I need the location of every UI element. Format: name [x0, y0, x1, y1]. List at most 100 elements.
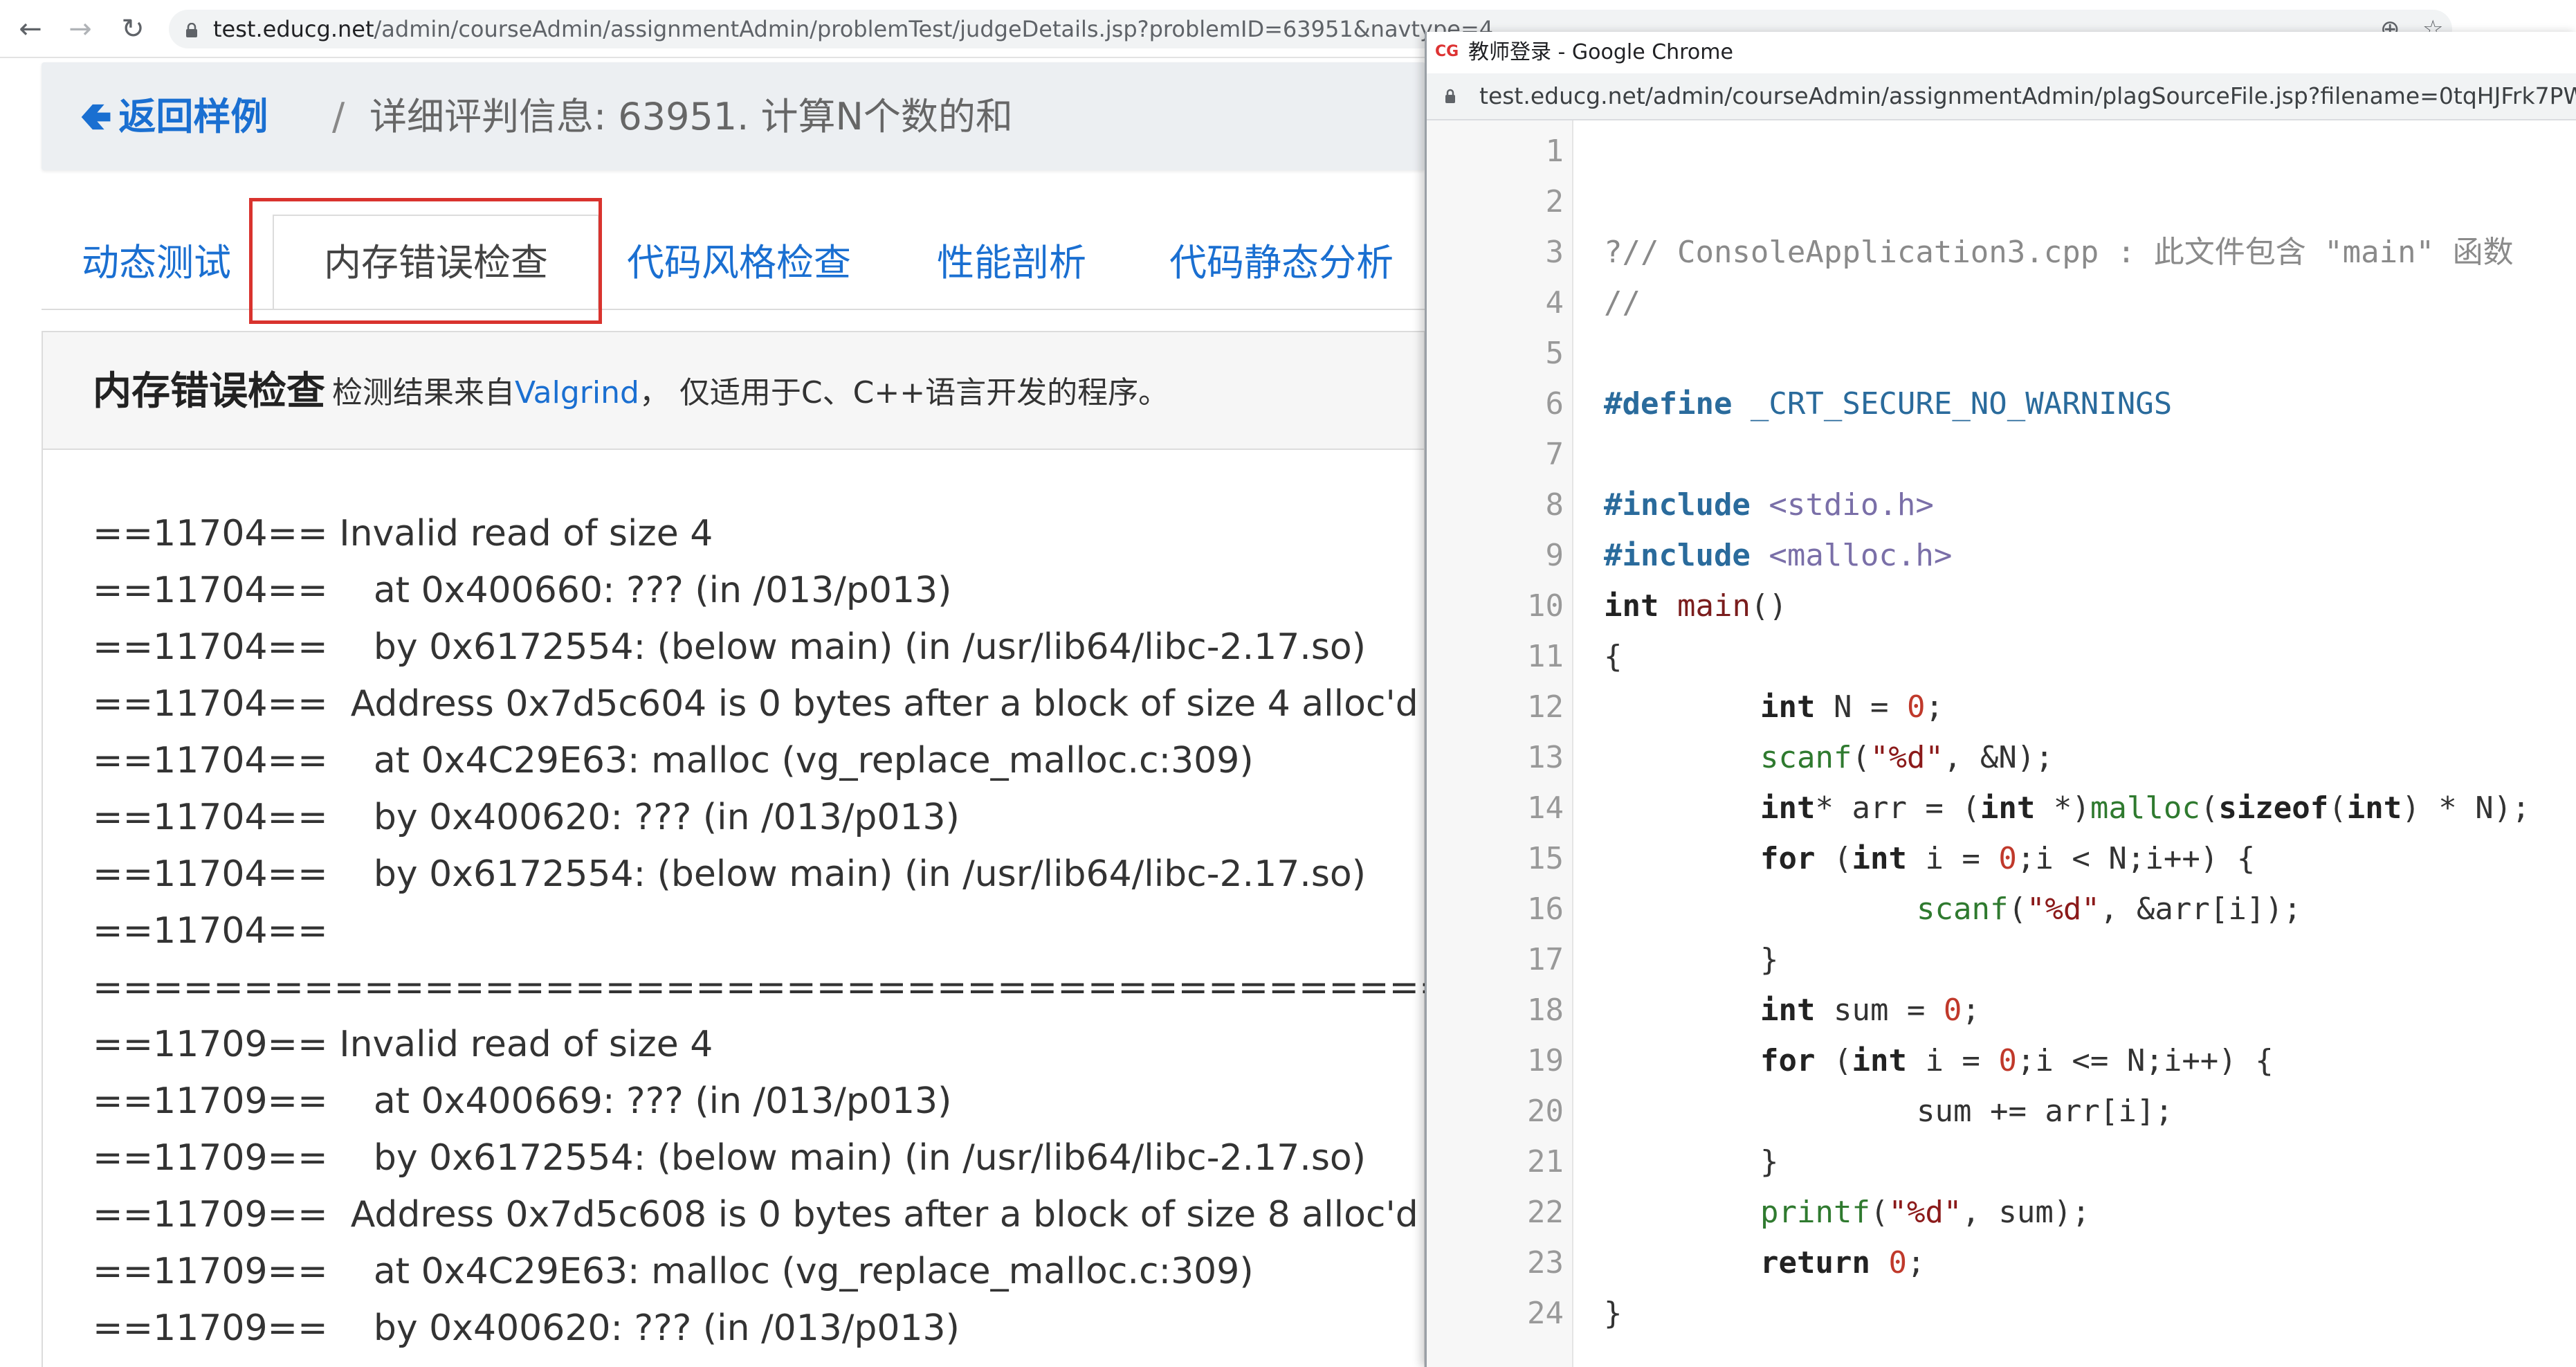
tab-dynamic-test[interactable]: 动态测试: [82, 235, 231, 291]
line-number: 4: [1545, 285, 1564, 320]
desc-prefix: 检测结果来自: [332, 375, 515, 410]
code-token: #include: [1604, 487, 1751, 523]
code-line: }: [1760, 942, 1779, 977]
code-token: int: [1760, 790, 1816, 826]
log-line: ==11709== at 0x4C29E63: malloc (vg_repla…: [93, 1251, 1254, 1292]
line-number: 12: [1527, 689, 1564, 725]
code-token: * arr = (: [1815, 790, 1980, 826]
code-token: int: [1852, 1043, 1907, 1078]
log-line: ==11704== Address 0x7d5c604 is 0 bytes a…: [93, 683, 1418, 725]
popup-window-title: 教师登录 - Google Chrome: [1468, 40, 1733, 64]
code-token: N =: [1815, 689, 1907, 725]
code-line: int sum = 0;: [1760, 986, 1980, 1035]
line-number: 20: [1527, 1094, 1564, 1129]
code-token: printf: [1760, 1195, 1870, 1230]
line-number: 11: [1527, 639, 1564, 674]
line-number: 24: [1527, 1296, 1564, 1331]
breadcrumb: 🢀 返回样例 / 详细评判信息: 63951. 计算N个数的和: [42, 62, 1425, 170]
desc-suffix: ， 仅适用于C、C++语言开发的程序。: [639, 375, 1169, 410]
back-arrow-icon[interactable]: ←: [10, 8, 51, 50]
line-number: 5: [1545, 336, 1564, 371]
code-token: (: [1815, 1043, 1852, 1078]
line-number: 21: [1527, 1144, 1564, 1179]
code-line: scanf("%d", &N);: [1760, 734, 2054, 782]
code-token: (: [1870, 1195, 1889, 1230]
line-number: 7: [1545, 437, 1564, 472]
code-token: int: [1604, 588, 1659, 624]
line-number: 8: [1545, 487, 1564, 523]
code-line: scanf("%d", &arr[i]);: [1917, 885, 2301, 934]
code-token: for: [1760, 841, 1816, 876]
tab-profiling[interactable]: 性能剖析: [937, 235, 1086, 291]
code-token: ) * N);: [2402, 790, 2530, 826]
code-line: return 0;: [1760, 1239, 1925, 1287]
line-number: 3: [1545, 235, 1564, 270]
code-token: 0: [1888, 1245, 1907, 1280]
code-token: _CRT_SECURE_NO_WARNINGS: [1732, 386, 2173, 422]
line-number: 13: [1527, 740, 1564, 775]
code-token: "%d": [2026, 891, 2100, 927]
url-path: /admin/courseAdmin/assignmentAdmin/probl…: [374, 16, 1494, 42]
code-token: , sum);: [1962, 1195, 2090, 1230]
code-token: (: [2200, 790, 2219, 826]
back-link-label: 返回样例: [118, 95, 268, 138]
log-line: ==11704== by 0x6172554: (below main) (in…: [93, 853, 1367, 895]
code-token: scanf: [1760, 740, 1852, 775]
log-line: ==11704== at 0x4C29E63: malloc (vg_repla…: [93, 740, 1254, 781]
code-token: #include: [1604, 538, 1751, 573]
code-token: for: [1760, 1043, 1816, 1078]
line-number: 17: [1527, 942, 1564, 977]
reload-icon[interactable]: ↻: [112, 8, 154, 50]
line-number: 22: [1527, 1195, 1564, 1230]
code-token: 0: [1998, 1043, 2017, 1078]
code-token: int: [1760, 993, 1816, 1028]
log-line: ==11709== by 0x6172554: (below main) (in…: [93, 1137, 1367, 1179]
code-token: #define: [1604, 386, 1733, 422]
tab-code-style[interactable]: 代码风格检查: [627, 235, 851, 291]
log-separator-line: ========================================…: [93, 967, 1463, 1008]
page-title: 详细评判信息: 63951. 计算N个数的和: [369, 95, 1013, 138]
code-line: }: [1604, 1296, 1623, 1331]
memory-check-panel: 内存错误检查 检测结果来自Valgrind， 仅适用于C、C++语言开发的程序。…: [42, 331, 1463, 1367]
code-line: int N = 0;: [1760, 683, 1944, 732]
code-line: int* arr = (int *)malloc(sizeof(int) * N…: [1760, 784, 2530, 833]
code-token: ;: [1962, 993, 1980, 1028]
popup-titlebar[interactable]: CG 教师登录 - Google Chrome: [1427, 32, 2576, 73]
code-token: return: [1760, 1245, 1870, 1280]
code-token: i =: [1906, 841, 1999, 876]
code-token: , &arr[i]);: [2099, 891, 2302, 927]
code-line: int main(): [1604, 582, 1787, 631]
line-number: 15: [1527, 841, 1564, 876]
valgrind-link[interactable]: Valgrind: [515, 375, 639, 410]
code-token: malloc: [2090, 790, 2200, 826]
code-line: printf("%d", sum);: [1760, 1188, 2090, 1237]
code-token: (: [1815, 841, 1852, 876]
code-line: #include <malloc.h>: [1604, 532, 1952, 580]
popup-address-bar[interactable]: test.educg.net/admin/courseAdmin/assignm…: [1427, 73, 2576, 120]
code-line: for (int i = 0;i <= N;i++) {: [1760, 1037, 2274, 1085]
line-number: 2: [1545, 184, 1564, 219]
log-line: ==11704==: [93, 910, 328, 952]
code-token: int: [2346, 790, 2402, 826]
popup-url-host: test.educg.net: [1479, 82, 1645, 109]
site-favicon-icon: CG: [1435, 43, 1459, 60]
log-line: ==11709== by 0x400620: ??? (in /013/p013…: [93, 1307, 960, 1349]
log-line: ==11704== by 0x400620: ??? (in /013/p013…: [93, 797, 960, 838]
code-token: <malloc.h>: [1750, 538, 1953, 573]
code-line: //: [1604, 285, 1641, 320]
tab-static-analysis[interactable]: 代码静态分析: [1169, 235, 1394, 291]
url-host: test.educg.net: [213, 16, 374, 42]
back-to-samples-link[interactable]: 🢀 返回样例: [80, 93, 268, 141]
code-viewer: 1 2 3 4 5 6 7 8 9 10 11 12 13 14 15 16 1…: [1427, 120, 2576, 1367]
code-token: ;i < N;i++) {: [2016, 841, 2256, 876]
log-line: ==11709== Address 0x7d5c608 is 0 bytes a…: [93, 1194, 1418, 1235]
line-number: 9: [1545, 538, 1564, 573]
code-token: main: [1677, 588, 1751, 624]
popup-url: test.educg.net/admin/courseAdmin/assignm…: [1479, 80, 2576, 112]
source-file-popup-window: CG 教师登录 - Google Chrome test.educg.net/a…: [1425, 32, 2576, 1367]
line-number-gutter: 1 2 3 4 5 6 7 8 9 10 11 12 13 14 15 16 1…: [1427, 120, 1573, 1367]
code-token: ;i <= N;i++) {: [2016, 1043, 2274, 1078]
forward-arrow-icon[interactable]: →: [60, 8, 101, 50]
code-line: {: [1604, 639, 1623, 674]
